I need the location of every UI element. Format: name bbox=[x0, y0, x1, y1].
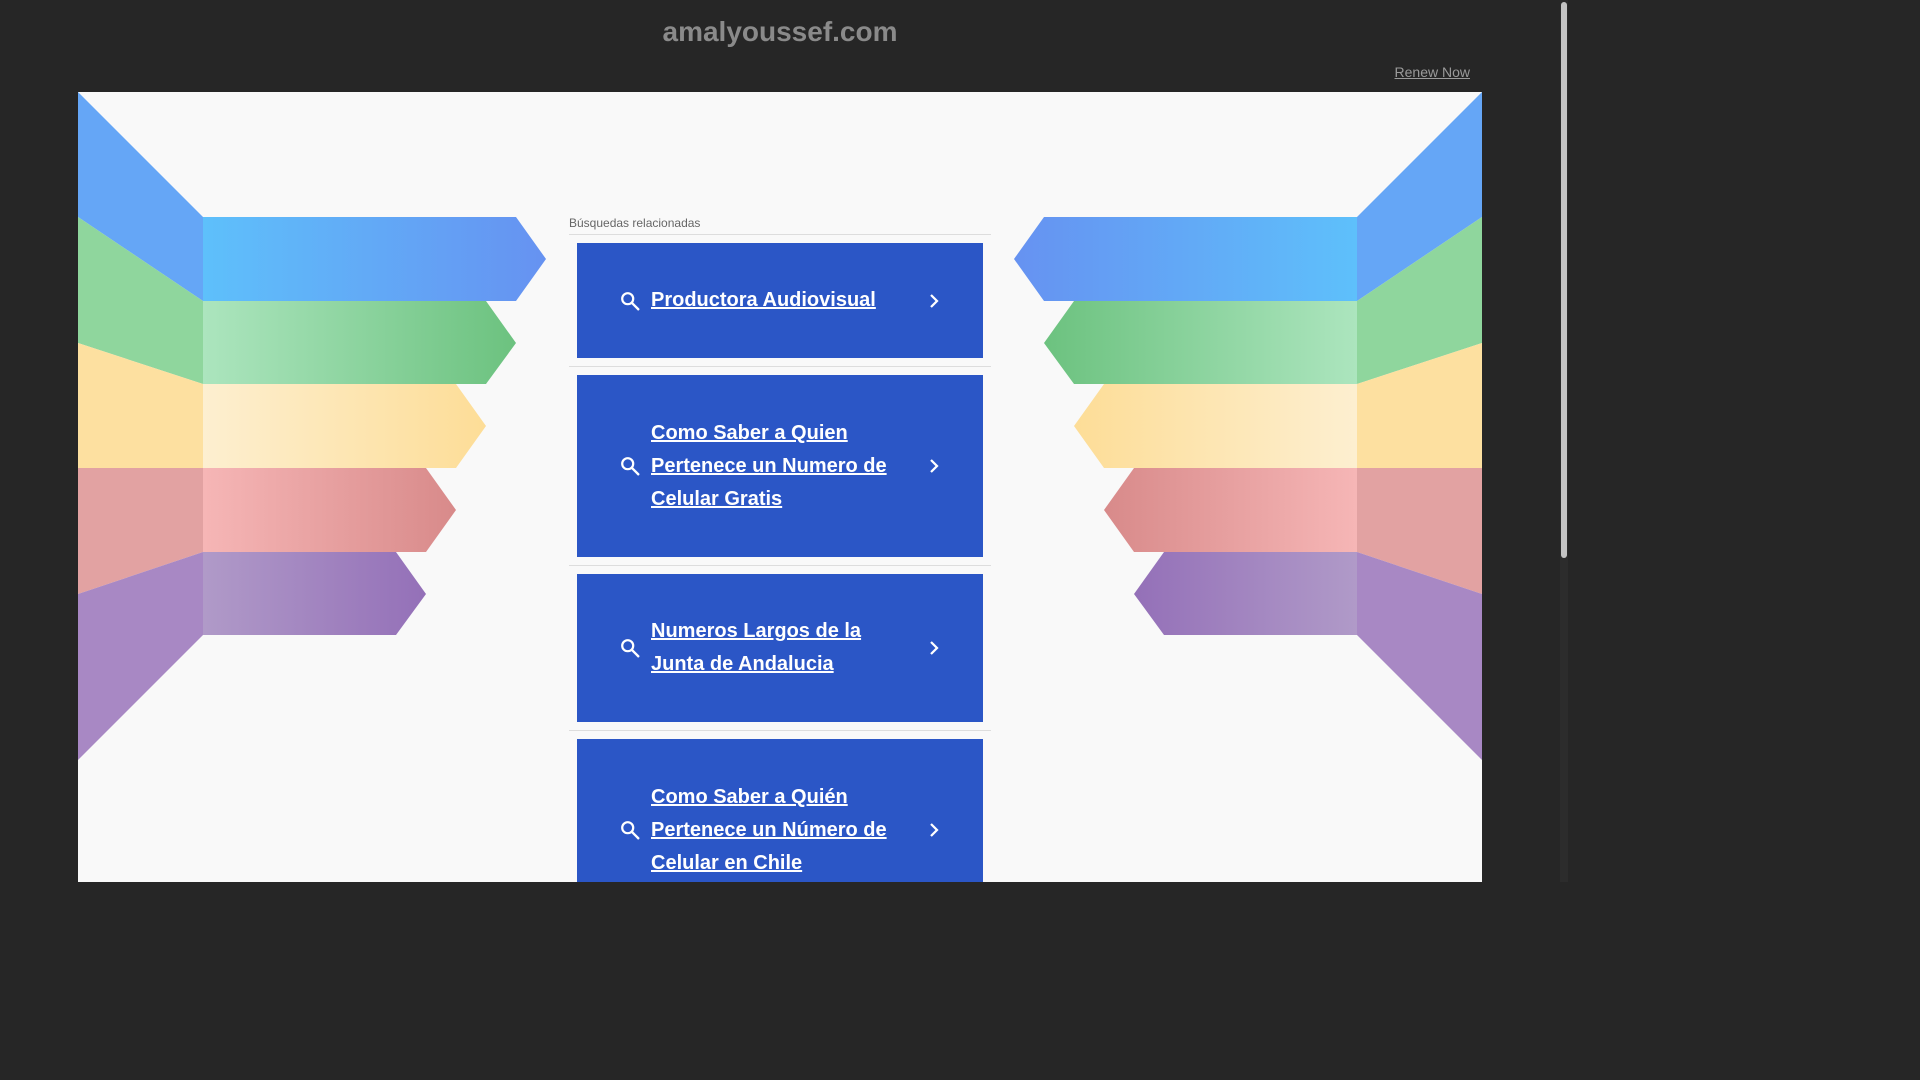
list-item: Productora Audiovisual bbox=[569, 235, 991, 367]
related-search-label: Numeros Largos de la Junta de Andalucia bbox=[651, 620, 862, 675]
search-icon bbox=[621, 457, 640, 476]
related-search-label: Productora Audiovisual bbox=[651, 289, 876, 311]
related-search-link[interactable]: Productora Audiovisual bbox=[577, 243, 983, 358]
list-item: Como Saber a Quien Pertenece un Numero d… bbox=[569, 367, 991, 566]
chevron-right-icon bbox=[930, 293, 939, 308]
related-searches-label: Búsquedas relacionadas bbox=[569, 216, 991, 235]
chevron-right-icon bbox=[930, 641, 939, 655]
scrollbar-thumb[interactable] bbox=[1561, 2, 1567, 558]
page-header: amalyoussef.com Renew Now bbox=[0, 0, 1560, 92]
page-scrollbar[interactable] bbox=[1560, 0, 1568, 882]
related-search-link[interactable]: Como Saber a Quién Pertenece un Número d… bbox=[577, 739, 983, 882]
related-search-link[interactable]: Como Saber a Quien Pertenece un Numero d… bbox=[577, 375, 983, 557]
list-item: Como Saber a Quién Pertenece un Número d… bbox=[569, 731, 991, 882]
related-searches: Búsquedas relacionadas Productora Audiov… bbox=[569, 216, 991, 882]
domain-title: amalyoussef.com bbox=[662, 16, 898, 47]
related-search-label: Como Saber a Quien Pertenece un Numero d… bbox=[651, 421, 887, 510]
related-search-label: Como Saber a Quién Pertenece un Número d… bbox=[651, 785, 887, 874]
renew-now-link[interactable]: Renew Now bbox=[1395, 64, 1470, 80]
chevron-right-icon bbox=[930, 823, 939, 837]
list-item: Numeros Largos de la Junta de Andalucia bbox=[569, 566, 991, 731]
parked-content: Búsquedas relacionadas Productora Audiov… bbox=[78, 92, 1482, 882]
related-search-link[interactable]: Numeros Largos de la Junta de Andalucia bbox=[577, 574, 983, 722]
search-icon bbox=[621, 821, 640, 840]
search-icon bbox=[621, 639, 640, 658]
chevron-right-icon bbox=[930, 459, 939, 473]
search-icon bbox=[621, 291, 640, 310]
